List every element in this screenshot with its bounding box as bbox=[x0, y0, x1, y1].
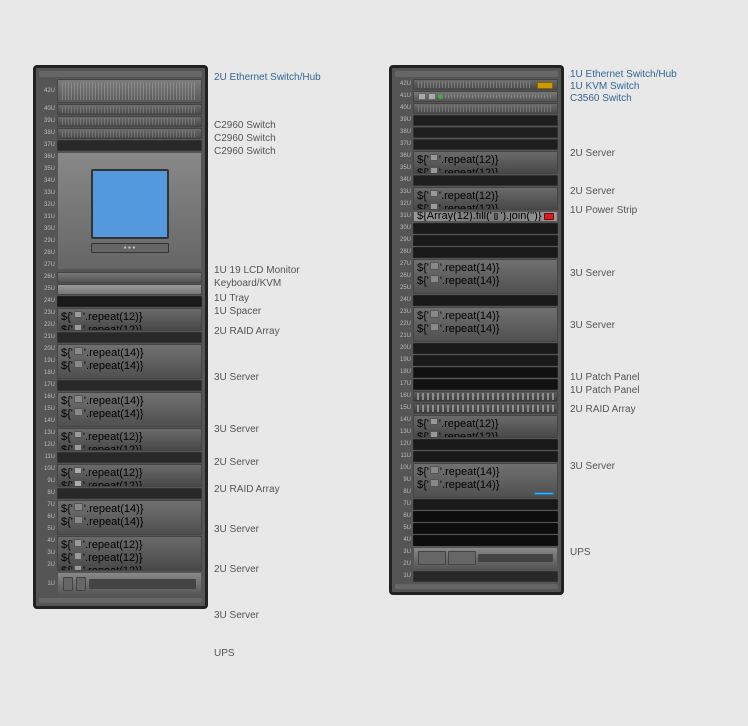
main-container: 42U 40U 39U 38U bbox=[23, 55, 725, 672]
rack1-24u: 24U bbox=[39, 296, 202, 307]
rack1-26u: 26U bbox=[39, 272, 202, 283]
rack1: 42U 40U 39U 38U bbox=[33, 65, 208, 609]
label-r2-eth-switch: 1U Ethernet Switch/Hub bbox=[570, 69, 677, 80]
label-r2-server3: 3U Server bbox=[570, 268, 615, 279]
rack2-34u: 34U bbox=[395, 175, 558, 186]
rack1-21u: 21U bbox=[39, 332, 202, 343]
label-c2960-2: C2960 Switch bbox=[214, 133, 369, 144]
rack2-29u: 29U bbox=[395, 235, 558, 246]
rack2-ups: 3U 2U bbox=[395, 547, 558, 570]
rack2-24u: 24U bbox=[395, 295, 558, 306]
label-c2960-3: C2960 Switch bbox=[214, 146, 369, 157]
rack1-39u: 39U bbox=[39, 116, 202, 127]
rack2-17u: 17U bbox=[395, 379, 558, 390]
rack1-lcd-section: 36U 35U 34U 33U 32U 31U 30U 29U 28U 27U … bbox=[39, 152, 202, 271]
rack2-16u: 16U bbox=[395, 391, 558, 402]
rack1-ups: 1U bbox=[39, 572, 202, 596]
rack2: 42U 41U 40U bbox=[389, 65, 564, 595]
label-r2-server2: 2U Server bbox=[570, 186, 615, 197]
rack1-server3: 13U 12U ${''.repeat(12)} ${''.repeat(12)… bbox=[39, 428, 202, 451]
rack2-20u: 20U bbox=[395, 343, 558, 354]
label-lcd: 1U 19 LCD MonitorKeyboard/KVM bbox=[214, 264, 300, 290]
label-r2-server5: 3U Server bbox=[570, 461, 615, 472]
rack2-30u: 30U bbox=[395, 223, 558, 234]
rack1-server5: 4U 3U 2U ${''.repeat(12)} ${''.repeat(12… bbox=[39, 536, 202, 571]
rack1-38u: 38U bbox=[39, 128, 202, 139]
rack2-4u: 4U bbox=[395, 535, 558, 546]
rack1-42u: 42U bbox=[39, 79, 202, 103]
rack2-server2: 33U 32U ${''.repeat(12)} ${''.repeat(12)… bbox=[395, 187, 558, 210]
label-r2-c3560: C3560 Switch bbox=[570, 93, 632, 104]
label-server5: 2U Server bbox=[214, 564, 259, 575]
rack1-raid2: 10U 9U ${''.repeat(12)} ${''.repeat(12)} bbox=[39, 464, 202, 487]
rack2-pair: 42U 41U 40U bbox=[389, 65, 715, 595]
label-r2-patch1: 1U Patch Panel bbox=[570, 372, 640, 383]
label-server6: 3U Server bbox=[214, 610, 259, 621]
label-server3: 2U Server bbox=[214, 457, 259, 468]
rack2-server1: 36U 35U ${''.repeat(12)} ${''.repeat(12)… bbox=[395, 151, 558, 174]
rack1-25u: 25U bbox=[39, 284, 202, 295]
rack1-raid1: 23U 22U ${''.repeat(12)} ${''.repeat(12)… bbox=[39, 308, 202, 331]
rack2-19u: 19U bbox=[395, 355, 558, 366]
label-ups1: UPS bbox=[214, 648, 235, 659]
rack2-15u: 15U bbox=[395, 403, 558, 414]
label-c2960-1: C2960 Switch bbox=[214, 120, 369, 131]
rack1-40u: 40U bbox=[39, 104, 202, 115]
rack2-labels: 1U Ethernet Switch/Hub 1U KVM Switch C35… bbox=[570, 65, 715, 560]
label-2u-switch: 2U Ethernet Switch/Hub bbox=[214, 69, 369, 105]
rack1-labels: 2U Ethernet Switch/Hub C2960 Switch C296… bbox=[214, 65, 369, 662]
label-server2: 3U Server bbox=[214, 424, 259, 435]
rack2-38u: 38U bbox=[395, 127, 558, 138]
rack1-17u: 17U bbox=[39, 380, 202, 391]
rack2-server5: 10U 9U 8U ${''.repeat(14)} ${''.repeat(1… bbox=[395, 463, 558, 498]
rack1-37u: 37U bbox=[39, 140, 202, 151]
rack2-39u: 39U bbox=[395, 115, 558, 126]
rack2-37u: 37U bbox=[395, 139, 558, 150]
label-r2-raid: 2U RAID Array bbox=[570, 404, 636, 415]
rack1-server2: 16U 15U 14U ${''.repeat(14)} ${''.repeat… bbox=[39, 392, 202, 427]
rack2-server3: 27U 26U 25U ${''.repeat(14)} ${''.repeat… bbox=[395, 259, 558, 294]
rack2-11u: 11U bbox=[395, 451, 558, 462]
label-r2-kvm: 1U KVM Switch bbox=[570, 81, 639, 92]
rack2-31u: 31U ${Array(12).fill('').join('')} bbox=[395, 211, 558, 222]
label-c2960-group: C2960 Switch C2960 Switch C2960 Switch bbox=[214, 106, 369, 161]
rack2-12u: 12U bbox=[395, 439, 558, 450]
label-r2-server4: 3U Server bbox=[570, 320, 615, 331]
rack2-server4: 23U 22U 21U ${''.repeat(14)} ${''.repeat… bbox=[395, 307, 558, 342]
label-tray: 1U Tray bbox=[214, 293, 249, 304]
rack1-11u: 11U bbox=[39, 452, 202, 463]
rack2-18u: 18U bbox=[395, 367, 558, 378]
label-raid1: 2U RAID Array bbox=[214, 326, 280, 337]
label-r2-patch2: 1U Patch Panel bbox=[570, 385, 640, 396]
rack1-server4: 7U 6U 5U ${''.repeat(14)} ${''.repeat(14… bbox=[39, 500, 202, 535]
rack2-41u: 41U bbox=[395, 91, 558, 102]
rack2-5u: 5U bbox=[395, 523, 558, 534]
label-2u-switch-text: 2U Ethernet Switch/Hub bbox=[214, 71, 321, 84]
label-spacer: 1U Spacer bbox=[214, 306, 261, 317]
rack2-6u: 6U bbox=[395, 511, 558, 522]
rack2-1u: 1U bbox=[395, 571, 558, 582]
label-r2-server1: 2U Server bbox=[570, 148, 615, 159]
rack1-8u: 8U bbox=[39, 488, 202, 499]
label-server4: 3U Server bbox=[214, 524, 259, 535]
label-server1: 3U Server bbox=[214, 372, 259, 383]
label-r2-ups: UPS bbox=[570, 547, 591, 558]
rack2-42u: 42U bbox=[395, 79, 558, 90]
rack2-40u: 40U bbox=[395, 103, 558, 114]
label-raid2: 2U RAID Array bbox=[214, 484, 280, 495]
rack1-pair: 42U 40U 39U 38U bbox=[33, 65, 369, 662]
rack2-7u: 7U bbox=[395, 499, 558, 510]
rack2-raid1: 14U 13U ${''.repeat(12)} ${''.repeat(12)… bbox=[395, 415, 558, 438]
label-r2-power-strip: 1U Power Strip bbox=[570, 205, 637, 216]
rack2-28u: 28U bbox=[395, 247, 558, 258]
rack1-server1: 20U 19U 18U ${''.repeat(14)} ${''.repeat… bbox=[39, 344, 202, 379]
